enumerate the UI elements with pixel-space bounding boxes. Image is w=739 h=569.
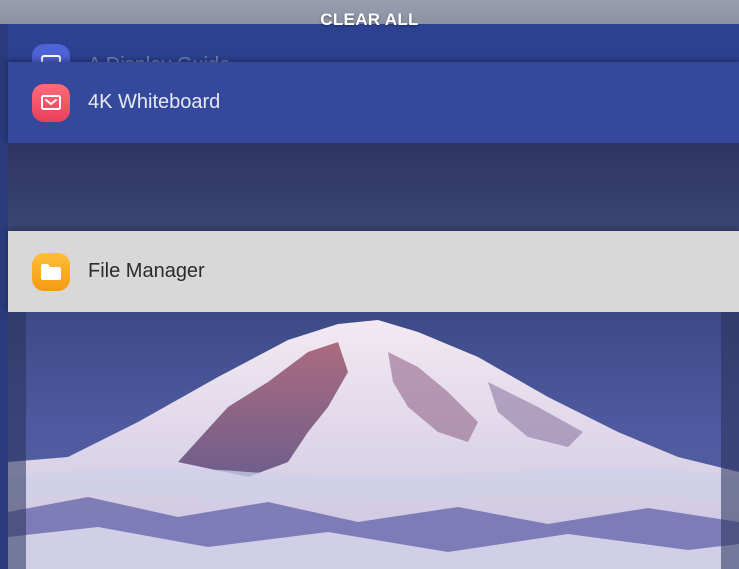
app-icon — [32, 44, 70, 64]
whiteboard-icon — [32, 83, 70, 122]
recent-card-label: 4K Whiteboard — [88, 91, 221, 113]
recent-card-file-manager[interactable]: File Manager — [8, 231, 739, 312]
recent-card-display-guide[interactable]: A Display Guide — [8, 24, 739, 64]
file-manager-preview[interactable] — [8, 312, 739, 569]
mountain-icon — [8, 320, 739, 569]
card-edge-shadow — [8, 312, 26, 569]
recent-card-whiteboard[interactable]: 4K Whiteboard — [8, 62, 739, 143]
recent-card-label: File Manager — [88, 260, 205, 282]
folder-icon — [32, 252, 70, 291]
recent-apps-screen: CLEAR ALL A Display Guide 4K Whiteboard … — [0, 0, 739, 569]
whiteboard-preview[interactable] — [8, 143, 739, 231]
clear-all-button[interactable]: CLEAR ALL — [0, 10, 739, 30]
card-edge-shadow — [721, 312, 739, 569]
